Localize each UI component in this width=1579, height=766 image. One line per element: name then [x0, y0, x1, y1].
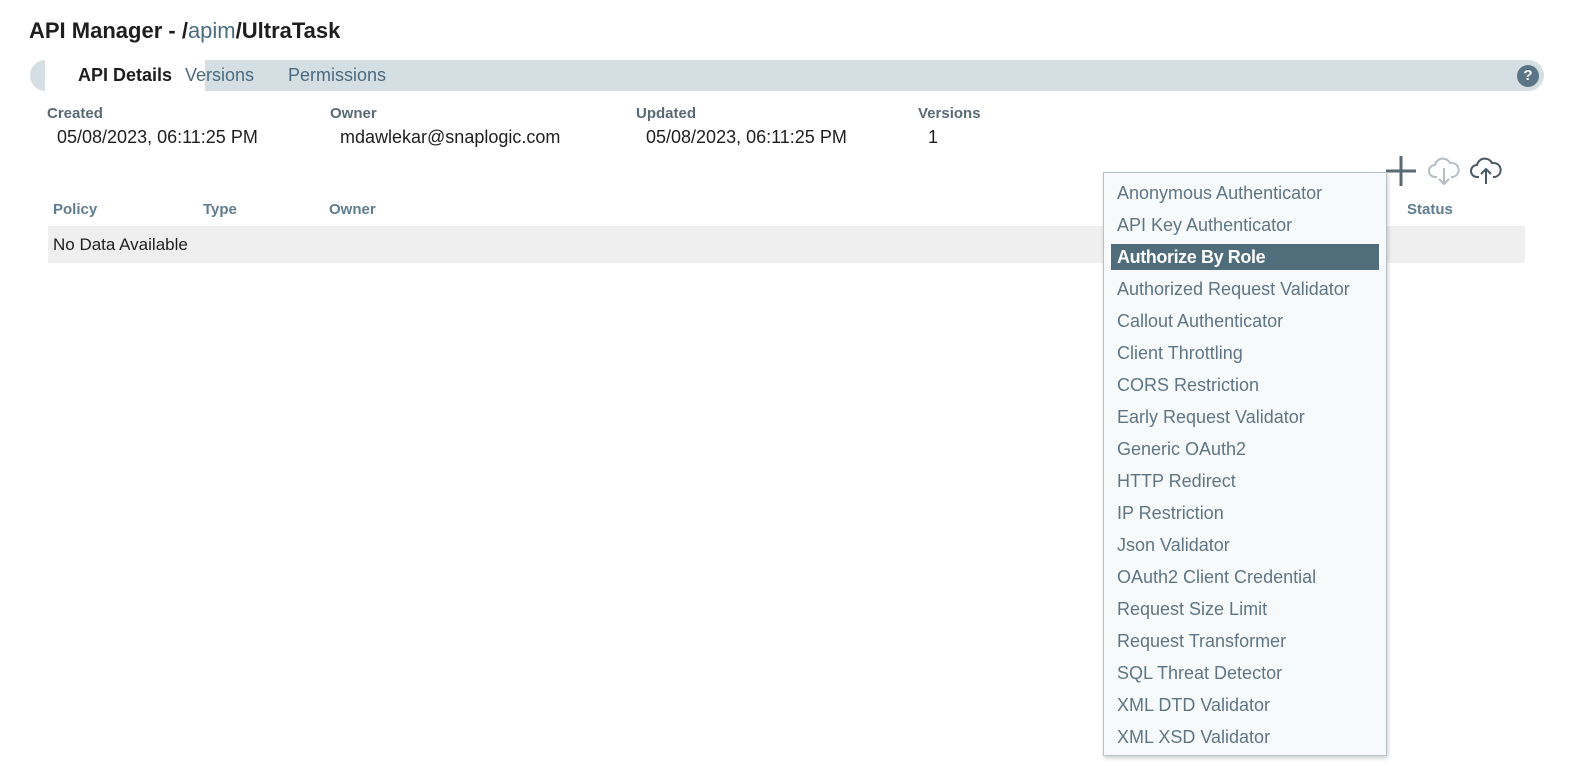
menu-item-http-redirect[interactable]: HTTP Redirect	[1111, 468, 1379, 494]
menu-item-ip-restriction[interactable]: IP Restriction	[1111, 500, 1379, 526]
updated-value: 05/08/2023, 06:11:25 PM	[646, 127, 847, 147]
policy-dropdown-menu: Anonymous Authenticator API Key Authenti…	[1103, 172, 1387, 756]
menu-item-xml-dtd-validator[interactable]: XML DTD Validator	[1111, 692, 1379, 718]
menu-item-request-transformer[interactable]: Request Transformer	[1111, 628, 1379, 654]
menu-item-authorized-request-validator[interactable]: Authorized Request Validator	[1111, 276, 1379, 302]
column-header-status[interactable]: Status	[1407, 201, 1453, 218]
empty-message: No Data Available	[53, 235, 188, 254]
api-manager-page: API Manager - /apim/UltraTask API Detail…	[0, 0, 1579, 766]
menu-item-callout-authenticator[interactable]: Callout Authenticator	[1111, 308, 1379, 334]
tab-bar: API Details Versions Permissions ?	[30, 60, 1544, 91]
menu-item-generic-oauth2[interactable]: Generic OAuth2	[1111, 436, 1379, 462]
menu-item-authorize-by-role[interactable]: Authorize By Role	[1111, 244, 1379, 270]
owner-label: Owner	[330, 105, 377, 122]
tab-versions[interactable]: Versions	[185, 60, 254, 91]
menu-item-early-request-validator[interactable]: Early Request Validator	[1111, 404, 1379, 430]
updated-label: Updated	[636, 105, 696, 122]
created-value: 05/08/2023, 06:11:25 PM	[57, 127, 258, 147]
title-prefix: API Manager -	[29, 18, 182, 43]
created-label: Created	[47, 105, 103, 122]
menu-item-oauth2-client-credential[interactable]: OAuth2 Client Credential	[1111, 564, 1379, 590]
menu-item-xml-xsd-validator[interactable]: XML XSD Validator	[1111, 724, 1379, 750]
column-header-owner[interactable]: Owner	[329, 201, 376, 218]
versions-label: Versions	[918, 105, 981, 122]
menu-item-anonymous-authenticator[interactable]: Anonymous Authenticator	[1111, 180, 1379, 206]
page-title: API Manager - /apim/UltraTask	[29, 18, 340, 44]
breadcrumb-link-apim[interactable]: apim	[188, 18, 236, 43]
column-header-policy[interactable]: Policy	[53, 201, 97, 218]
api-name: UltraTask	[241, 18, 341, 43]
menu-item-api-key-authenticator[interactable]: API Key Authenticator	[1111, 212, 1379, 238]
versions-value: 1	[928, 127, 939, 147]
menu-item-json-validator[interactable]: Json Validator	[1111, 532, 1379, 558]
help-icon[interactable]: ?	[1517, 65, 1539, 87]
menu-item-client-throttling[interactable]: Client Throttling	[1111, 340, 1379, 366]
menu-item-sql-threat-detector[interactable]: SQL Threat Detector	[1111, 660, 1379, 686]
menu-item-cors-restriction[interactable]: CORS Restriction	[1111, 372, 1379, 398]
owner-value: mdawlekar@snaplogic.com	[340, 127, 561, 147]
column-header-type[interactable]: Type	[203, 201, 237, 218]
tab-api-details[interactable]: API Details	[45, 60, 205, 91]
tab-permissions[interactable]: Permissions	[288, 60, 386, 91]
menu-item-request-size-limit[interactable]: Request Size Limit	[1111, 596, 1379, 622]
cloud-download-icon[interactable]	[1428, 155, 1460, 187]
cloud-upload-icon[interactable]	[1470, 155, 1502, 187]
plus-icon[interactable]	[1384, 154, 1418, 188]
